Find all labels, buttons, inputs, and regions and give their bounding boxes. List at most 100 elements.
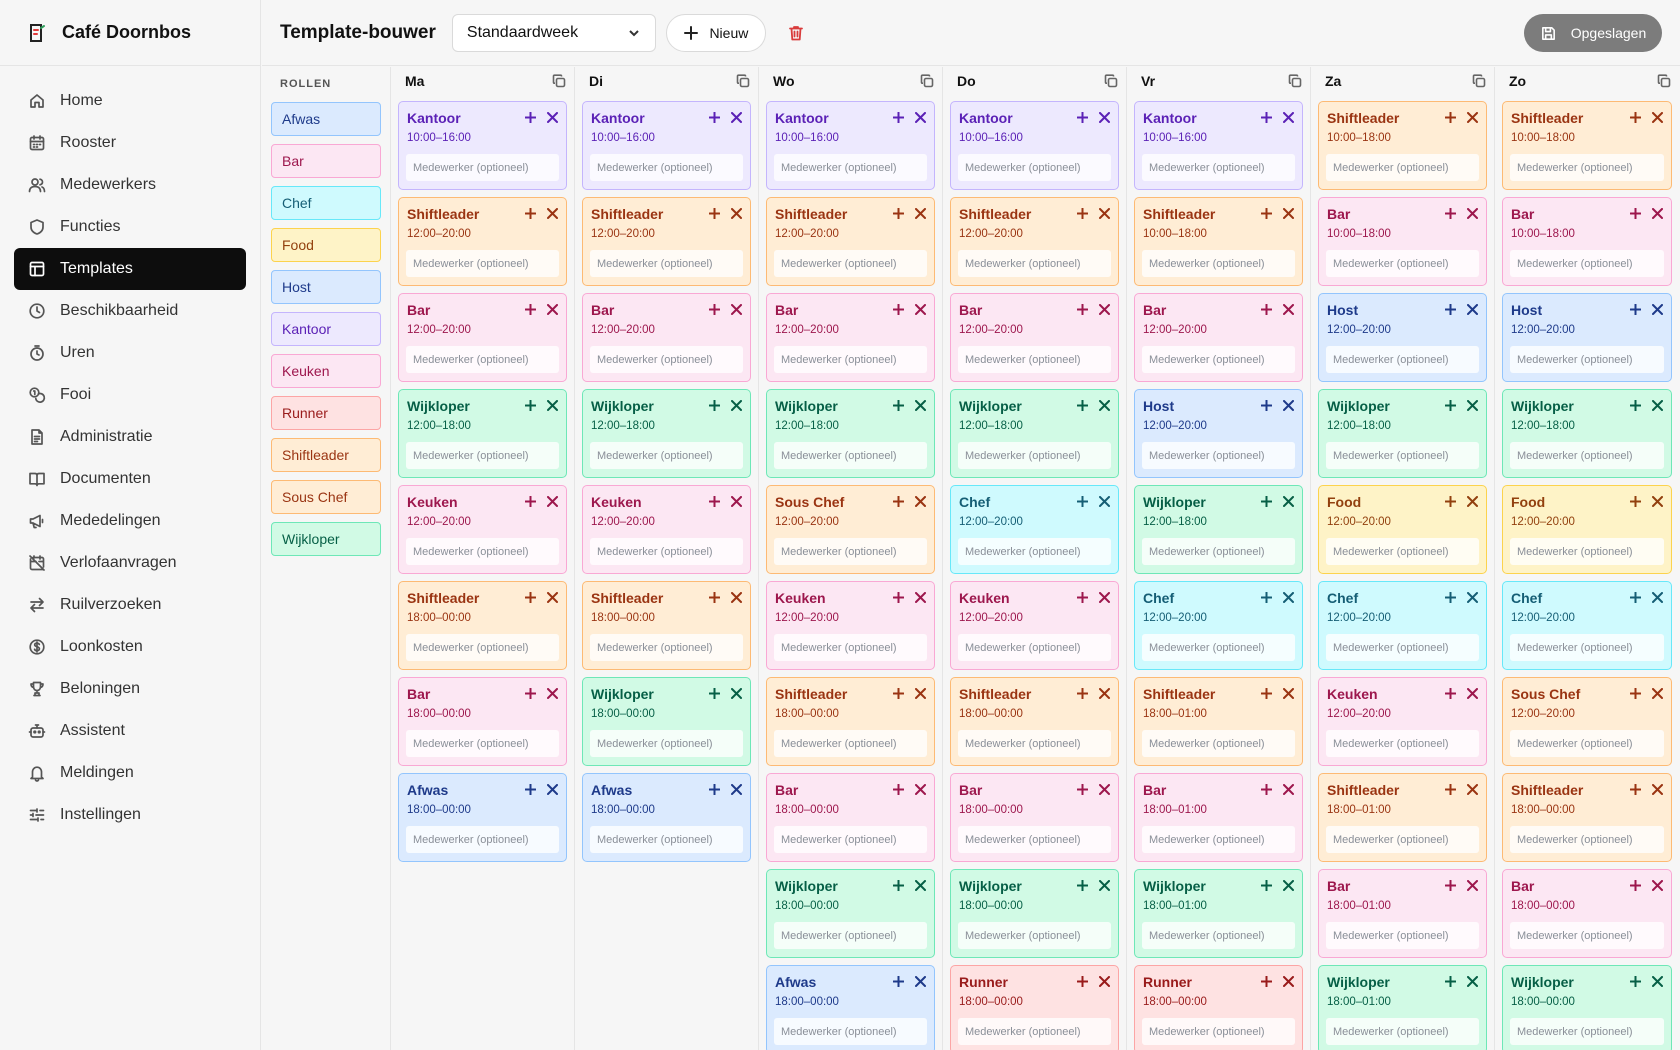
shift-card[interactable]: Wijkloper 18:00–00:00 xyxy=(766,869,935,958)
add-shift-button[interactable] xyxy=(1628,206,1642,220)
remove-shift-button[interactable] xyxy=(913,686,927,700)
add-shift-button[interactable] xyxy=(1628,782,1642,796)
remove-shift-button[interactable] xyxy=(1650,398,1664,412)
shift-card[interactable]: Host 12:00–20:00 xyxy=(1134,389,1303,478)
employee-input[interactable] xyxy=(590,634,743,661)
shift-card[interactable]: Kantoor 10:00–16:00 xyxy=(950,101,1119,190)
remove-shift-button[interactable] xyxy=(1465,494,1479,508)
add-shift-button[interactable] xyxy=(891,686,905,700)
remove-shift-button[interactable] xyxy=(1097,302,1111,316)
template-select[interactable]: Standaardweek xyxy=(451,13,656,52)
role-chip-keuken[interactable]: Keuken xyxy=(271,354,381,388)
employee-input[interactable] xyxy=(590,346,743,373)
remove-shift-button[interactable] xyxy=(1650,974,1664,988)
add-shift-button[interactable] xyxy=(523,782,537,796)
add-shift-button[interactable] xyxy=(1443,686,1457,700)
employee-input[interactable] xyxy=(958,250,1111,277)
role-chip-afwas[interactable]: Afwas xyxy=(271,102,381,136)
shift-card[interactable]: Keuken 12:00–20:00 xyxy=(950,581,1119,670)
add-shift-button[interactable] xyxy=(1628,974,1642,988)
copy-day-button[interactable] xyxy=(552,74,566,88)
employee-input[interactable] xyxy=(1142,730,1295,757)
employee-input[interactable] xyxy=(1326,346,1479,373)
employee-input[interactable] xyxy=(1142,634,1295,661)
role-chip-chef[interactable]: Chef xyxy=(271,186,381,220)
employee-input[interactable] xyxy=(1326,442,1479,469)
employee-input[interactable] xyxy=(1510,730,1664,757)
remove-shift-button[interactable] xyxy=(1281,686,1295,700)
employee-input[interactable] xyxy=(1510,346,1664,373)
shift-card[interactable]: Wijkloper 12:00–18:00 xyxy=(950,389,1119,478)
employee-input[interactable] xyxy=(1326,1018,1479,1045)
add-shift-button[interactable] xyxy=(891,974,905,988)
shift-card[interactable]: Keuken 12:00–20:00 xyxy=(1318,677,1487,766)
remove-shift-button[interactable] xyxy=(913,590,927,604)
sidebar-item-templates[interactable]: Templates xyxy=(14,248,246,290)
remove-shift-button[interactable] xyxy=(1650,494,1664,508)
sidebar-item-assistent[interactable]: Assistent xyxy=(14,710,246,752)
shift-card[interactable]: Chef 12:00–20:00 xyxy=(1318,581,1487,670)
sidebar-item-loonkosten[interactable]: Loonkosten xyxy=(14,626,246,668)
role-chip-shiftleader[interactable]: Shiftleader xyxy=(271,438,381,472)
employee-input[interactable] xyxy=(958,826,1111,853)
shift-card[interactable]: Bar 18:00–01:00 xyxy=(1134,773,1303,862)
shift-card[interactable]: Wijkloper 12:00–18:00 xyxy=(1134,485,1303,574)
employee-input[interactable] xyxy=(958,634,1111,661)
employee-input[interactable] xyxy=(1510,922,1664,949)
copy-day-button[interactable] xyxy=(1288,74,1302,88)
add-shift-button[interactable] xyxy=(1443,590,1457,604)
add-shift-button[interactable] xyxy=(1075,110,1089,124)
add-shift-button[interactable] xyxy=(1259,686,1273,700)
employee-input[interactable] xyxy=(1326,538,1479,565)
saved-button[interactable]: Opgeslagen xyxy=(1524,14,1662,52)
remove-shift-button[interactable] xyxy=(545,494,559,508)
employee-input[interactable] xyxy=(406,442,559,469)
shift-card[interactable]: Kantoor 10:00–16:00 xyxy=(582,101,751,190)
remove-shift-button[interactable] xyxy=(1281,782,1295,796)
shift-card[interactable]: Keuken 12:00–20:00 xyxy=(582,485,751,574)
employee-input[interactable] xyxy=(1326,922,1479,949)
add-shift-button[interactable] xyxy=(1443,206,1457,220)
sidebar-item-rooster[interactable]: Rooster xyxy=(14,122,246,164)
add-shift-button[interactable] xyxy=(523,398,537,412)
add-shift-button[interactable] xyxy=(1075,206,1089,220)
shift-card[interactable]: Shiftleader 18:00–00:00 xyxy=(950,677,1119,766)
add-shift-button[interactable] xyxy=(707,590,721,604)
copy-day-button[interactable] xyxy=(1472,74,1486,88)
add-shift-button[interactable] xyxy=(707,398,721,412)
employee-input[interactable] xyxy=(774,634,927,661)
remove-shift-button[interactable] xyxy=(1465,590,1479,604)
copy-day-button[interactable] xyxy=(920,74,934,88)
add-shift-button[interactable] xyxy=(1443,494,1457,508)
copy-day-button[interactable] xyxy=(1104,74,1118,88)
add-shift-button[interactable] xyxy=(891,206,905,220)
shift-card[interactable]: Host 12:00–20:00 xyxy=(1502,293,1672,382)
shift-card[interactable]: Wijkloper 12:00–18:00 xyxy=(1318,389,1487,478)
remove-shift-button[interactable] xyxy=(1097,398,1111,412)
add-shift-button[interactable] xyxy=(891,494,905,508)
sidebar-item-fooi[interactable]: Fooi xyxy=(14,374,246,416)
shift-card[interactable]: Runner 18:00–00:00 xyxy=(1134,965,1303,1050)
remove-shift-button[interactable] xyxy=(729,398,743,412)
shift-card[interactable]: Kantoor 10:00–16:00 xyxy=(398,101,567,190)
add-shift-button[interactable] xyxy=(1075,398,1089,412)
sidebar-item-beloningen[interactable]: Beloningen xyxy=(14,668,246,710)
shift-card[interactable]: Bar 18:00–00:00 xyxy=(766,773,935,862)
remove-shift-button[interactable] xyxy=(913,398,927,412)
add-shift-button[interactable] xyxy=(1075,878,1089,892)
add-shift-button[interactable] xyxy=(707,206,721,220)
add-shift-button[interactable] xyxy=(891,878,905,892)
copy-day-button[interactable] xyxy=(736,74,750,88)
sidebar-item-ruilverzoeken[interactable]: Ruilverzoeken xyxy=(14,584,246,626)
shift-card[interactable]: Food 12:00–20:00 xyxy=(1318,485,1487,574)
shift-card[interactable]: Shiftleader 18:00–01:00 xyxy=(1134,677,1303,766)
shift-card[interactable]: Chef 12:00–20:00 xyxy=(1502,581,1672,670)
employee-input[interactable] xyxy=(774,250,927,277)
remove-shift-button[interactable] xyxy=(1465,686,1479,700)
employee-input[interactable] xyxy=(1326,730,1479,757)
shift-card[interactable]: Chef 12:00–20:00 xyxy=(950,485,1119,574)
sidebar-item-meldingen[interactable]: Meldingen xyxy=(14,752,246,794)
employee-input[interactable] xyxy=(958,442,1111,469)
employee-input[interactable] xyxy=(1326,634,1479,661)
shift-card[interactable]: Shiftleader 12:00–20:00 xyxy=(950,197,1119,286)
